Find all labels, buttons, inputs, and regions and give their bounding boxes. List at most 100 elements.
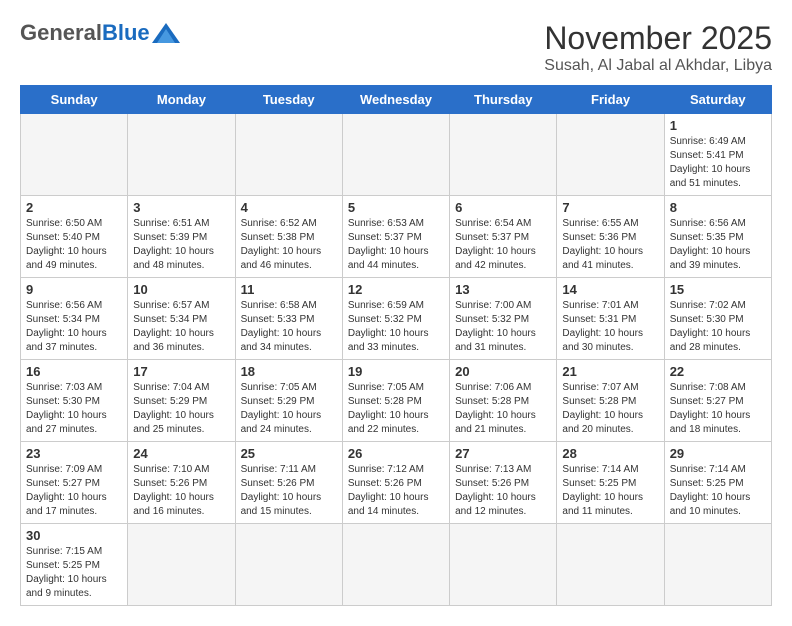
table-row: 30 Sunrise: 7:15 AMSunset: 5:25 PMDayligh… [21, 524, 128, 606]
header-thursday: Thursday [450, 86, 557, 114]
day-info: Sunrise: 7:11 AMSunset: 5:26 PMDaylight:… [241, 463, 337, 519]
day-number: 13 [455, 282, 551, 297]
table-row: 12 Sunrise: 6:59 AMSunset: 5:32 PMDayligh… [342, 278, 449, 360]
day-number: 25 [241, 446, 337, 461]
empty-cell [450, 524, 557, 606]
table-row: 5 Sunrise: 6:53 AMSunset: 5:37 PMDaylight… [342, 196, 449, 278]
header-friday: Friday [557, 86, 664, 114]
table-row: 15 Sunrise: 7:02 AMSunset: 5:30 PMDayligh… [664, 278, 771, 360]
day-number: 5 [348, 200, 444, 215]
day-number: 29 [670, 446, 766, 461]
day-info: Sunrise: 7:04 AMSunset: 5:29 PMDaylight:… [133, 381, 229, 437]
header: General Blue November 2025 Susah, Al Jab… [20, 20, 772, 75]
table-row: 26 Sunrise: 7:12 AMSunset: 5:26 PMDayligh… [342, 442, 449, 524]
table-row: 7Sunrise: 6:55 AMSunset: 5:36 PMDaylight… [557, 196, 664, 278]
table-row: 17Sunrise: 7:04 AMSunset: 5:29 PMDayligh… [128, 360, 235, 442]
day-number: 22 [670, 364, 766, 379]
header-wednesday: Wednesday [342, 86, 449, 114]
table-row: 4Sunrise: 6:52 AMSunset: 5:38 PMDaylight… [235, 196, 342, 278]
day-info: Sunrise: 7:12 AMSunset: 5:26 PMDaylight:… [348, 463, 444, 519]
day-info: Sunrise: 6:57 AMSunset: 5:34 PMDaylight:… [133, 299, 229, 355]
table-row: 8 Sunrise: 6:56 AMSunset: 5:35 PMDaylight… [664, 196, 771, 278]
day-number: 3 [133, 200, 229, 215]
table-row: 1Sunrise: 6:49 AMSunset: 5:41 PMDaylight… [664, 114, 771, 196]
day-info: Sunrise: 7:13 AMSunset: 5:26 PMDaylight:… [455, 463, 551, 519]
day-number: 10 [133, 282, 229, 297]
logo-blue-text: Blue [102, 20, 150, 46]
empty-cell [128, 114, 235, 196]
table-row: 2 Sunrise: 6:50 AMSunset: 5:40 PMDaylight… [21, 196, 128, 278]
empty-cell [664, 524, 771, 606]
day-number: 23 [26, 446, 122, 461]
calendar-week-3: 9 Sunrise: 6:56 AMSunset: 5:34 PMDaylight… [21, 278, 772, 360]
empty-cell [557, 114, 664, 196]
empty-cell [235, 524, 342, 606]
day-number: 14 [562, 282, 658, 297]
table-row: 23 Sunrise: 7:09 AMSunset: 5:27 PMDayligh… [21, 442, 128, 524]
day-number: 19 [348, 364, 444, 379]
calendar-week-2: 2 Sunrise: 6:50 AMSunset: 5:40 PMDaylight… [21, 196, 772, 278]
day-info: Sunrise: 7:07 AMSunset: 5:28 PMDaylight:… [562, 381, 658, 437]
day-info: Sunrise: 7:00 AMSunset: 5:32 PMDaylight:… [455, 299, 551, 355]
day-info: Sunrise: 7:05 AMSunset: 5:28 PMDaylight:… [348, 381, 444, 437]
day-number: 8 [670, 200, 766, 215]
day-info: Sunrise: 7:08 AMSunset: 5:27 PMDaylight:… [670, 381, 766, 437]
day-info: Sunrise: 7:03 AMSunset: 5:30 PMDaylight:… [26, 381, 122, 437]
day-info: Sunrise: 7:10 AMSunset: 5:26 PMDaylight:… [133, 463, 229, 519]
day-number: 24 [133, 446, 229, 461]
day-info: Sunrise: 6:59 AMSunset: 5:32 PMDaylight:… [348, 299, 444, 355]
day-number: 21 [562, 364, 658, 379]
table-row: 28Sunrise: 7:14 AMSunset: 5:25 PMDayligh… [557, 442, 664, 524]
day-info: Sunrise: 6:50 AMSunset: 5:40 PMDaylight:… [26, 217, 122, 273]
weekday-header-row: Sunday Monday Tuesday Wednesday Thursday… [21, 86, 772, 114]
empty-cell [128, 524, 235, 606]
day-number: 16 [26, 364, 122, 379]
empty-cell [342, 524, 449, 606]
table-row: 22 Sunrise: 7:08 AMSunset: 5:27 PMDayligh… [664, 360, 771, 442]
day-info: Sunrise: 7:09 AMSunset: 5:27 PMDaylight:… [26, 463, 122, 519]
table-row: 3 Sunrise: 6:51 AMSunset: 5:39 PMDaylight… [128, 196, 235, 278]
day-number: 12 [348, 282, 444, 297]
table-row: 16 Sunrise: 7:03 AMSunset: 5:30 PMDayligh… [21, 360, 128, 442]
day-number: 2 [26, 200, 122, 215]
day-info: Sunrise: 6:56 AMSunset: 5:35 PMDaylight:… [670, 217, 766, 273]
day-number: 15 [670, 282, 766, 297]
day-info: Sunrise: 6:53 AMSunset: 5:37 PMDaylight:… [348, 217, 444, 273]
empty-cell [21, 114, 128, 196]
day-number: 11 [241, 282, 337, 297]
day-number: 7 [562, 200, 658, 215]
day-info: Sunrise: 7:14 AMSunset: 5:25 PMDaylight:… [670, 463, 766, 519]
table-row: 6Sunrise: 6:54 AMSunset: 5:37 PMDaylight… [450, 196, 557, 278]
day-info: Sunrise: 6:56 AMSunset: 5:34 PMDaylight:… [26, 299, 122, 355]
day-info: Sunrise: 6:51 AMSunset: 5:39 PMDaylight:… [133, 217, 229, 273]
day-number: 1 [670, 118, 766, 133]
table-row: 19 Sunrise: 7:05 AMSunset: 5:28 PMDayligh… [342, 360, 449, 442]
logo: General Blue [20, 20, 180, 46]
table-row: 29 Sunrise: 7:14 AMSunset: 5:25 PMDayligh… [664, 442, 771, 524]
day-info: Sunrise: 6:58 AMSunset: 5:33 PMDaylight:… [241, 299, 337, 355]
header-monday: Monday [128, 86, 235, 114]
day-info: Sunrise: 6:52 AMSunset: 5:38 PMDaylight:… [241, 217, 337, 273]
table-row: 11 Sunrise: 6:58 AMSunset: 5:33 PMDayligh… [235, 278, 342, 360]
table-row: 27Sunrise: 7:13 AMSunset: 5:26 PMDayligh… [450, 442, 557, 524]
day-number: 9 [26, 282, 122, 297]
table-row: 24 Sunrise: 7:10 AMSunset: 5:26 PMDayligh… [128, 442, 235, 524]
day-info: Sunrise: 7:01 AMSunset: 5:31 PMDaylight:… [562, 299, 658, 355]
location-title: Susah, Al Jabal al Akhdar, Libya [544, 57, 772, 75]
day-info: Sunrise: 7:05 AMSunset: 5:29 PMDaylight:… [241, 381, 337, 437]
empty-cell [557, 524, 664, 606]
month-title: November 2025 [544, 20, 772, 57]
calendar: Sunday Monday Tuesday Wednesday Thursday… [20, 85, 772, 606]
logo-general-text: General [20, 20, 102, 46]
day-number: 6 [455, 200, 551, 215]
empty-cell [450, 114, 557, 196]
empty-cell [235, 114, 342, 196]
day-number: 30 [26, 528, 122, 543]
day-info: Sunrise: 7:02 AMSunset: 5:30 PMDaylight:… [670, 299, 766, 355]
day-number: 26 [348, 446, 444, 461]
day-number: 20 [455, 364, 551, 379]
table-row: 20Sunrise: 7:06 AMSunset: 5:28 PMDayligh… [450, 360, 557, 442]
day-info: Sunrise: 7:15 AMSunset: 5:25 PMDaylight:… [26, 545, 122, 601]
calendar-week-6: 30 Sunrise: 7:15 AMSunset: 5:25 PMDayligh… [21, 524, 772, 606]
logo-icon [152, 23, 180, 43]
